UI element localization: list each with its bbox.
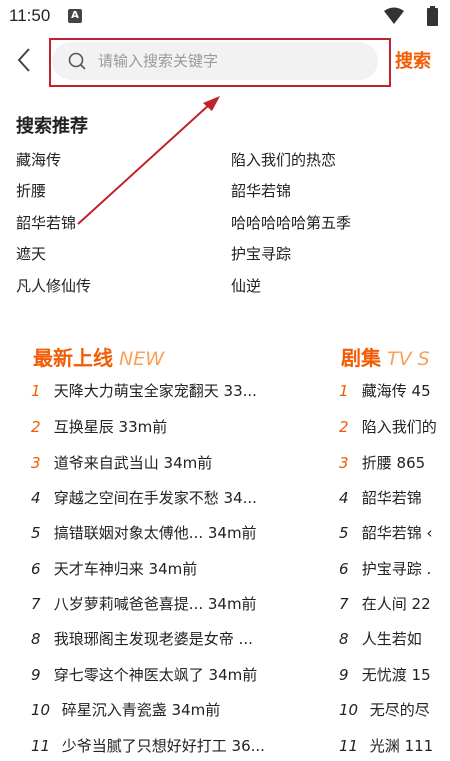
- item-title: 少爷当腻了只想好好打工 36...: [61, 737, 265, 755]
- rank-number: 5: [339, 524, 349, 542]
- rank-number: 2: [339, 418, 349, 436]
- item-title: 穿越之空间在手发家不愁 34...: [53, 489, 257, 507]
- list-item[interactable]: 5 韶华若锦 ‹: [339, 522, 433, 543]
- item-title: 藏海传 45: [361, 382, 431, 400]
- list-item[interactable]: 8 人生若如: [339, 628, 422, 649]
- rank-number: 10: [339, 701, 359, 719]
- rank-number: 10: [31, 701, 51, 719]
- recommend-item[interactable]: 哈哈哈哈哈第五季: [231, 212, 351, 233]
- rank-number: 7: [31, 595, 41, 613]
- recommend-item[interactable]: 陷入我们的热恋: [231, 149, 336, 170]
- item-title: 互换星辰 33m前: [53, 418, 168, 436]
- recommend-item[interactable]: 护宝寻踪: [231, 243, 291, 264]
- list-item[interactable]: 3 道爷来自武当山 34m前: [31, 452, 212, 473]
- list-item[interactable]: 5 搞错联姻对象太傅他... 34m前: [31, 522, 257, 543]
- status-time: 11:50: [9, 6, 51, 25]
- list-item[interactable]: 2 互换星辰 33m前: [31, 416, 167, 437]
- item-title: 天才车神归来 34m前: [53, 560, 198, 578]
- drama-section-title: 剧集 TV S: [341, 342, 430, 371]
- item-title: 韶华若锦 ‹: [361, 524, 433, 542]
- list-item[interactable]: 7 在人间 22: [339, 593, 431, 614]
- rank-number: 8: [339, 630, 349, 648]
- rank-number: 5: [31, 524, 41, 542]
- list-item[interactable]: 11 光渊 111: [339, 735, 433, 756]
- rank-number: 11: [339, 737, 359, 755]
- list-item[interactable]: 9 穿七零这个神医太飒了 34m前: [31, 664, 257, 685]
- rank-number: 9: [339, 666, 349, 684]
- list-item[interactable]: 4 穿越之空间在手发家不愁 34...: [31, 487, 257, 508]
- item-title: 在人间 22: [361, 595, 431, 613]
- item-title: 八岁萝莉喊爸爸喜提... 34m前: [53, 595, 257, 613]
- item-title: 搞错联姻对象太傅他... 34m前: [53, 524, 257, 542]
- recommend-item[interactable]: 藏海传: [16, 149, 61, 170]
- recommend-item[interactable]: 折腰: [16, 180, 46, 201]
- search-icon: [68, 52, 86, 70]
- list-item[interactable]: 6 护宝寻踪 .: [339, 558, 431, 579]
- item-title: 陷入我们的: [361, 418, 437, 436]
- recommend-item[interactable]: 遮天: [16, 243, 46, 264]
- item-title: 折腰 865: [361, 454, 426, 472]
- drama-title-cn: 剧集: [341, 346, 381, 370]
- item-title: 我琅琊阁主发现老婆是女帝 ...: [53, 630, 253, 648]
- notification-icon: A: [68, 9, 82, 23]
- item-title: 韶华若锦: [361, 489, 422, 507]
- item-title: 碎星沉入青瓷盏 34m前: [61, 701, 221, 719]
- latest-title-cn: 最新上线: [33, 346, 113, 370]
- search-box[interactable]: [52, 42, 378, 80]
- list-item[interactable]: 1 天降大力萌宝全家宠翻天 33...: [31, 380, 257, 401]
- rank-number: 1: [31, 382, 41, 400]
- recommend-item[interactable]: 凡人修仙传: [16, 275, 91, 296]
- list-item[interactable]: 7 八岁萝莉喊爸爸喜提... 34m前: [31, 593, 257, 614]
- rank-number: 1: [339, 382, 349, 400]
- rank-number: 8: [31, 630, 41, 648]
- latest-section-title: 最新上线 NEW: [33, 342, 164, 371]
- list-item[interactable]: 6 天才车神归来 34m前: [31, 558, 197, 579]
- drama-title-en: TV S: [387, 348, 430, 370]
- item-title: 无尽的尽: [369, 701, 430, 719]
- rank-number: 11: [31, 737, 51, 755]
- item-title: 护宝寻踪 .: [361, 560, 432, 578]
- recommend-title: 搜索推荐: [16, 116, 88, 137]
- battery-icon: [427, 6, 438, 26]
- list-item[interactable]: 11 少爷当腻了只想好好打工 36...: [31, 735, 265, 756]
- status-bar: 11:50 A: [0, 0, 450, 34]
- item-title: 人生若如: [361, 630, 422, 648]
- recommend-item[interactable]: 韶华若锦: [16, 212, 76, 233]
- search-button[interactable]: 搜索: [395, 47, 431, 73]
- rank-number: 3: [31, 454, 41, 472]
- list-item[interactable]: 10 碎星沉入青瓷盏 34m前: [31, 699, 220, 720]
- search-input[interactable]: [98, 42, 368, 80]
- rank-number: 6: [339, 560, 349, 578]
- latest-title-en: NEW: [119, 348, 165, 370]
- list-item[interactable]: 3 折腰 865: [339, 452, 425, 473]
- rank-number: 9: [31, 666, 41, 684]
- rank-number: 6: [31, 560, 41, 578]
- item-title: 光渊 111: [369, 737, 434, 755]
- rank-number: 4: [339, 489, 349, 507]
- list-item[interactable]: 8 我琅琊阁主发现老婆是女帝 ...: [31, 628, 253, 649]
- search-page: 11:50 A 搜索 搜索推荐 藏海传 折腰 韶华若锦 遮天 凡人修仙传 陷入我…: [0, 0, 450, 761]
- item-title: 穿七零这个神医太飒了 34m前: [53, 666, 258, 684]
- list-item[interactable]: 10 无尽的尽: [339, 699, 430, 720]
- recommend-item[interactable]: 韶华若锦: [231, 180, 291, 201]
- list-item[interactable]: 4 韶华若锦: [339, 487, 422, 508]
- rank-number: 2: [31, 418, 41, 436]
- list-item[interactable]: 2 陷入我们的: [339, 416, 437, 437]
- rank-number: 4: [31, 489, 41, 507]
- item-title: 无忧渡 15: [361, 666, 431, 684]
- wifi-icon: [384, 7, 404, 24]
- item-title: 天降大力萌宝全家宠翻天 33...: [53, 382, 257, 400]
- recommend-item[interactable]: 仙逆: [231, 275, 261, 296]
- rank-number: 3: [339, 454, 349, 472]
- list-item[interactable]: 1 藏海传 45: [339, 380, 431, 401]
- rank-number: 7: [339, 595, 349, 613]
- back-icon[interactable]: [14, 46, 34, 74]
- list-item[interactable]: 9 无忧渡 15: [339, 664, 431, 685]
- item-title: 道爷来自武当山 34m前: [53, 454, 213, 472]
